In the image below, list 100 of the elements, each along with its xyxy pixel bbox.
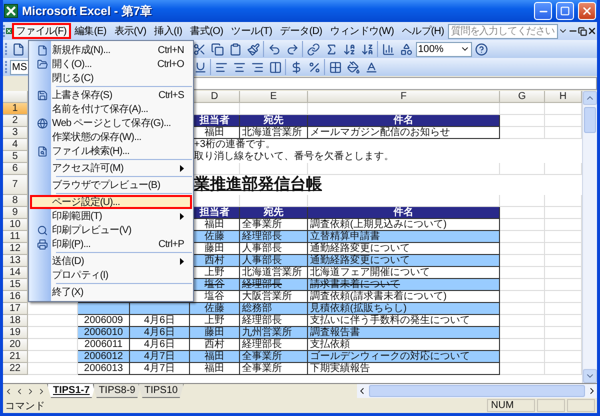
menu-item[interactable]: ページ設定(U)...: [30, 195, 192, 209]
table-cell: 調査報告書: [308, 327, 500, 339]
table-cell: 立替精算申請書: [308, 231, 500, 243]
menu-item[interactable]: 開く(O)... Ctrl+O: [30, 57, 192, 71]
menu-title[interactable]: 編集(E): [70, 23, 110, 39]
row-header[interactable]: 17: [3, 303, 28, 315]
row-header[interactable]: 16: [3, 291, 28, 303]
row-header[interactable]: 20: [3, 339, 28, 351]
align-right-icon: [250, 60, 264, 74]
row-header[interactable]: 2: [3, 115, 28, 127]
menu-item[interactable]: ブラウザでプレビュー(B): [30, 178, 192, 192]
link-icon[interactable]: [302, 41, 321, 57]
sheet-tab[interactable]: TIPS1-7: [47, 384, 96, 398]
horizontal-scrollbar[interactable]: [357, 384, 597, 398]
table-cell: 北海道フェア開催について: [308, 267, 500, 279]
sheet-tab[interactable]: TIPS10: [138, 384, 184, 398]
row-header[interactable]: 3: [3, 127, 28, 139]
menu-item[interactable]: 上書き保存(S) Ctrl+S: [30, 88, 192, 102]
menu-item[interactable]: 名前を付けて保存(A)...: [30, 102, 192, 116]
submenu-arrow-icon: [180, 258, 184, 264]
question-field[interactable]: 質問を入力してください: [448, 24, 558, 38]
note-text: +3桁の連番です。: [194, 139, 276, 150]
row-header[interactable]: 19: [3, 327, 28, 339]
row-header[interactable]: 7: [3, 175, 28, 195]
redo-icon: [286, 42, 298, 56]
menu-item[interactable]: 印刷範囲(T): [30, 209, 192, 223]
clipboard-icon: [228, 42, 242, 56]
table-cell: 調査依頼(請求書未着について): [308, 291, 500, 303]
menu-item[interactable]: 印刷プレビュー(V): [30, 223, 192, 237]
table-cell: 佐藤: [190, 303, 240, 315]
menu-item[interactable]: 印刷(P)... Ctrl+P: [30, 237, 192, 251]
menu-item[interactable]: 作業状態の保存(W)...: [30, 130, 192, 144]
table-cell: 下期実績報告: [308, 363, 500, 375]
restore-icon[interactable]: [578, 25, 587, 37]
sort-ascending-icon: [342, 42, 356, 56]
menu-title[interactable]: データ(D): [276, 23, 326, 39]
menu-item[interactable]: ファイル検索(H)...: [30, 144, 192, 158]
scroll-thumb[interactable]: [584, 107, 596, 133]
menu-item[interactable]: 送信(D): [30, 254, 192, 268]
row-header[interactable]: 15: [3, 279, 28, 291]
menu-title[interactable]: 表示(V): [110, 23, 150, 39]
borders-icon[interactable]: [324, 59, 343, 75]
close-icon[interactable]: [587, 25, 597, 37]
sheet-tab[interactable]: TIPS8-9: [92, 384, 142, 398]
menu-item[interactable]: 新規作成(N)... Ctrl+N: [30, 43, 192, 57]
menu-title[interactable]: ヘルプ(H): [398, 23, 448, 39]
column-header[interactable]: F: [308, 91, 500, 103]
menu-item[interactable]: 閉じる(C): [30, 71, 192, 85]
scissors-icon: [192, 42, 206, 56]
row-header[interactable]: 21: [3, 351, 28, 363]
row-header[interactable]: 18: [3, 315, 28, 327]
copy-icon[interactable]: [209, 41, 225, 57]
menu-item[interactable]: プロパティ(I): [30, 268, 192, 282]
bar-chart-icon[interactable]: [377, 41, 396, 57]
merge-cells-icon[interactable]: [267, 59, 283, 75]
menu-title[interactable]: ツール(T): [227, 23, 276, 39]
submenu-arrow-icon: [180, 164, 184, 172]
row-header[interactable]: 5: [3, 151, 28, 163]
row-header[interactable]: 6: [3, 163, 28, 175]
column-header[interactable]: H: [545, 91, 582, 103]
menu-title[interactable]: ファイル(F): [12, 23, 71, 39]
row-header[interactable]: 14: [3, 267, 28, 279]
scroll-up-button[interactable]: [583, 91, 597, 105]
row-header[interactable]: 4: [3, 139, 28, 151]
row-header[interactable]: 8: [3, 195, 28, 207]
align-left-icon[interactable]: [210, 59, 229, 75]
zoom-field[interactable]: 100%: [416, 42, 472, 56]
row-header[interactable]: 1: [3, 103, 28, 115]
menu-title[interactable]: 挿入(I): [150, 23, 186, 39]
undo-icon[interactable]: [263, 41, 282, 57]
row-header[interactable]: 13: [3, 255, 28, 267]
menu-title[interactable]: 書式(O): [186, 23, 228, 39]
table-cell: 経理部長: [240, 339, 308, 351]
scroll-down-button[interactable]: [583, 369, 597, 383]
column-header[interactable]: E: [240, 91, 308, 103]
fill-color-icon[interactable]: [345, 59, 361, 75]
menu-item[interactable]: アクセス許可(M): [30, 161, 192, 175]
table-cell: 上野: [190, 315, 240, 327]
help-icon[interactable]: [474, 41, 490, 57]
table-cell: 通勤経路変更について: [308, 255, 500, 267]
row-header[interactable]: 10: [3, 219, 28, 231]
table-cell: 4月6日: [130, 327, 190, 339]
table-cell: 調査依頼(上期見込みについて): [308, 219, 500, 231]
vertical-scrollbar[interactable]: [582, 91, 597, 383]
paintbrush-icon[interactable]: [245, 41, 261, 57]
minimize-button[interactable]: [534, 2, 552, 20]
font-field[interactable]: MS: [10, 60, 29, 74]
table-cell: 2006010: [78, 327, 130, 339]
shapes-icon[interactable]: [398, 41, 414, 57]
menu-title[interactable]: ウィンドウ(W): [326, 23, 398, 39]
row-header[interactable]: 22: [3, 363, 28, 375]
row-header[interactable]: 12: [3, 243, 28, 255]
row-header[interactable]: 9: [3, 207, 28, 219]
row-header[interactable]: 11: [3, 231, 28, 243]
close-button[interactable]: [578, 2, 596, 20]
scroll-thumb[interactable]: [369, 385, 585, 397]
menu-item[interactable]: 終了(X): [30, 285, 192, 299]
column-header[interactable]: G: [500, 91, 545, 103]
menu-item[interactable]: Web ページとして保存(G)...: [30, 116, 192, 130]
maximize-button[interactable]: [556, 2, 574, 20]
